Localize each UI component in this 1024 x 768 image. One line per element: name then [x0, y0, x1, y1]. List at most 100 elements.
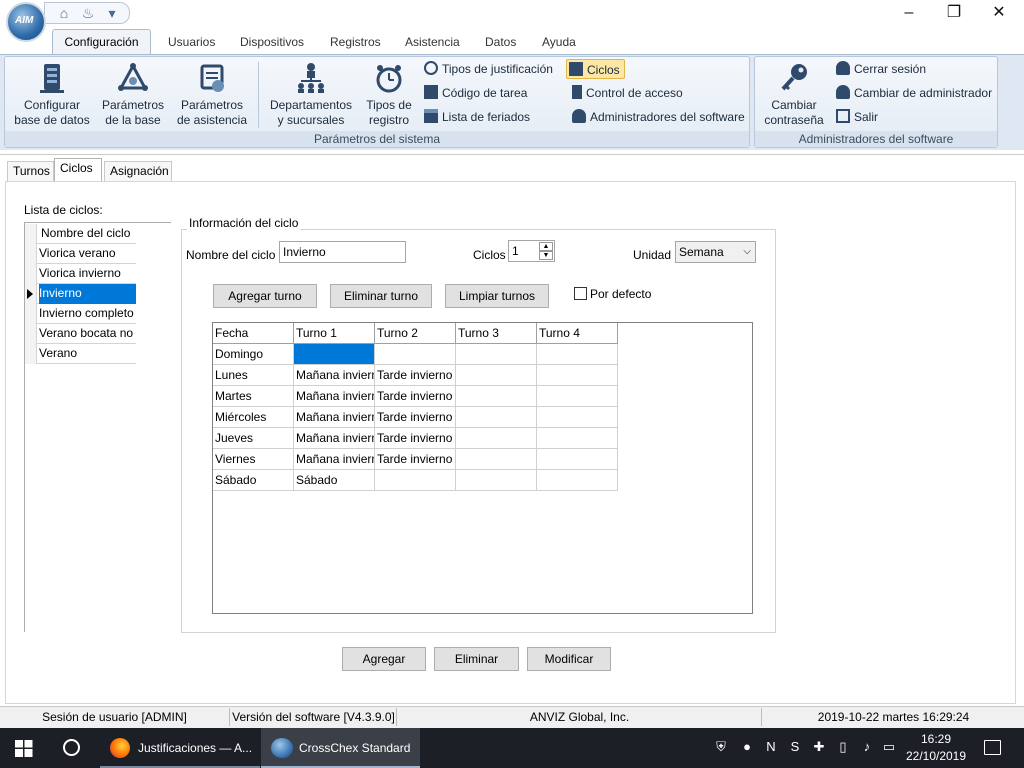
grid-column-header[interactable]: Fecha [213, 323, 294, 344]
grid-shift-cell[interactable] [537, 386, 618, 407]
skype-tray-icon[interactable]: S [786, 738, 804, 756]
stepper-down-icon[interactable]: ▼ [539, 251, 553, 260]
grid-shift-cell[interactable]: Mañana invierno [294, 386, 375, 407]
grid-shift-cell[interactable] [537, 449, 618, 470]
grid-shift-cell[interactable]: Sábado [294, 470, 375, 491]
unit-select[interactable]: Semana ⌵ [675, 241, 756, 263]
shield-tray-icon[interactable]: ⛨ [712, 738, 730, 756]
windows-start-icon[interactable] [15, 740, 33, 757]
grid-shift-cell[interactable] [537, 470, 618, 491]
delete-button[interactable]: Eliminar [434, 647, 519, 671]
tab-datos[interactable]: Datos [483, 32, 518, 54]
dropdown-menu-icon[interactable]: ▾ [101, 3, 123, 23]
justification-types-button[interactable]: Tipos de justificación [424, 59, 553, 79]
cycle-list-item[interactable]: Viorica invierno [25, 264, 136, 284]
taskbar-app-firefox[interactable]: Justificaciones — A... [100, 728, 260, 768]
grid-shift-cell[interactable] [456, 449, 537, 470]
tab-ayuda[interactable]: Ayuda [540, 32, 578, 54]
departments-button[interactable]: Departamentos y sucursales [266, 62, 356, 128]
tools-icon[interactable]: ♨ [77, 3, 99, 23]
attendance-parameters-button[interactable]: Parámetros de asistencia [174, 62, 250, 128]
grid-shift-cell[interactable] [456, 386, 537, 407]
grid-shift-cell[interactable] [456, 365, 537, 386]
grid-column-header[interactable]: Turno 3 [456, 323, 537, 344]
taskbar-app-crosschex[interactable]: CrossChex Standard [261, 728, 420, 768]
grid-shift-cell[interactable] [537, 428, 618, 449]
volume-tray-icon[interactable]: ♪ [858, 738, 876, 756]
software-admins-button[interactable]: Administradores del software [572, 107, 745, 127]
logout-button[interactable]: Cerrar sesión [836, 59, 926, 79]
app-logo-icon[interactable]: AIM [6, 2, 46, 42]
grid-shift-cell[interactable] [456, 407, 537, 428]
grid-shift-cell[interactable]: Tarde invierno [375, 365, 456, 386]
clear-shifts-button[interactable]: Limpiar turnos [445, 284, 549, 308]
notes-tray-icon[interactable]: N [762, 738, 780, 756]
change-password-button[interactable]: Cambiar contraseña [760, 62, 828, 128]
task-code-button[interactable]: Código de tarea [424, 83, 527, 103]
grid-shift-cell[interactable]: Mañana invierno [294, 449, 375, 470]
grid-shift-cell[interactable] [456, 428, 537, 449]
grid-shift-cell[interactable]: Tarde invierno [375, 428, 456, 449]
grid-shift-cell[interactable] [294, 344, 375, 365]
stepper-up-icon[interactable]: ▲ [539, 242, 553, 251]
remove-shift-button[interactable]: Eliminar turno [330, 284, 432, 308]
security-tray-icon[interactable]: ✚ [810, 738, 828, 756]
tab-usuarios[interactable]: Usuarios [166, 32, 217, 54]
maximize-button[interactable]: ❐ [931, 0, 977, 28]
base-parameters-button[interactable]: Parámetros de la base [96, 62, 170, 128]
grid-shift-cell[interactable]: Mañana invierno [294, 428, 375, 449]
grid-day-cell: Viernes [213, 449, 294, 470]
notifications-icon[interactable] [984, 740, 1001, 755]
cycle-list-item[interactable]: Verano bocata no [25, 324, 136, 344]
grid-column-header[interactable]: Turno 1 [294, 323, 375, 344]
access-control-button[interactable]: Control de acceso [572, 83, 683, 103]
grid-shift-cell[interactable] [537, 407, 618, 428]
grid-shift-cell[interactable]: Tarde invierno [375, 386, 456, 407]
cycles-count-stepper[interactable]: 1 ▲ ▼ [508, 240, 555, 262]
grid-shift-cell[interactable] [456, 470, 537, 491]
minimize-button[interactable]: – [886, 0, 932, 28]
tab-dispositivos[interactable]: Dispositivos [238, 32, 306, 54]
add-button[interactable]: Agregar [342, 647, 426, 671]
record-types-button[interactable]: Tipos de registro [360, 62, 418, 128]
cycle-list-item[interactable]: Invierno completo [25, 304, 136, 324]
cycle-list-item[interactable]: Verano [25, 344, 136, 364]
search-circle-icon[interactable] [63, 739, 80, 756]
exit-button[interactable]: Salir [836, 107, 878, 127]
taskbar-clock[interactable]: 16:29 22/10/2019 [900, 731, 972, 765]
grid-shift-cell[interactable] [537, 365, 618, 386]
home-icon[interactable]: ⌂ [53, 3, 75, 23]
holiday-list-button[interactable]: Lista de feriados [424, 107, 530, 127]
default-checkbox[interactable] [574, 287, 587, 300]
cycle-list-item[interactable]: Viorica verano [25, 244, 136, 264]
subtab-turnos[interactable]: Turnos [7, 161, 54, 181]
grid-shift-cell[interactable] [375, 344, 456, 365]
cycle-name-input[interactable]: Invierno [279, 241, 406, 263]
grid-shift-cell[interactable]: Tarde invierno [375, 407, 456, 428]
network-tray-icon[interactable]: ▭ [880, 738, 898, 756]
close-button[interactable]: ✕ [976, 0, 1022, 28]
grid-shift-cell[interactable]: Mañana invierno [294, 407, 375, 428]
switch-admin-button[interactable]: Cambiar de administrador [836, 83, 992, 103]
configure-database-button[interactable]: Configurar base de datos [12, 62, 92, 128]
grid-shift-cell[interactable]: Mañana invierno [294, 365, 375, 386]
add-shift-button[interactable]: Agregar turno [213, 284, 317, 308]
grid-shift-cell[interactable]: Tarde invierno [375, 449, 456, 470]
subtab-ciclos[interactable]: Ciclos [54, 158, 102, 182]
modify-button[interactable]: Modificar [527, 647, 611, 671]
cycles-button[interactable]: Ciclos [566, 59, 625, 79]
cycle-list-item[interactable]: Invierno [25, 284, 136, 304]
grid-shift-cell[interactable] [537, 344, 618, 365]
tab-configuracion[interactable]: Configuración [52, 29, 151, 55]
grid-shift-cell[interactable] [456, 344, 537, 365]
tab-asistencia[interactable]: Asistencia [403, 32, 462, 54]
grid-shift-cell[interactable] [375, 470, 456, 491]
grid-column-header[interactable]: Turno 4 [537, 323, 618, 344]
browser-tray-icon[interactable]: ● [738, 738, 756, 756]
grid-column-header[interactable]: Turno 2 [375, 323, 456, 344]
usb-tray-icon[interactable]: ▯ [834, 738, 852, 756]
tab-registros[interactable]: Registros [328, 32, 383, 54]
subtab-asignacion[interactable]: Asignación [104, 161, 172, 181]
row-header [25, 284, 37, 304]
exit-icon [836, 109, 850, 123]
